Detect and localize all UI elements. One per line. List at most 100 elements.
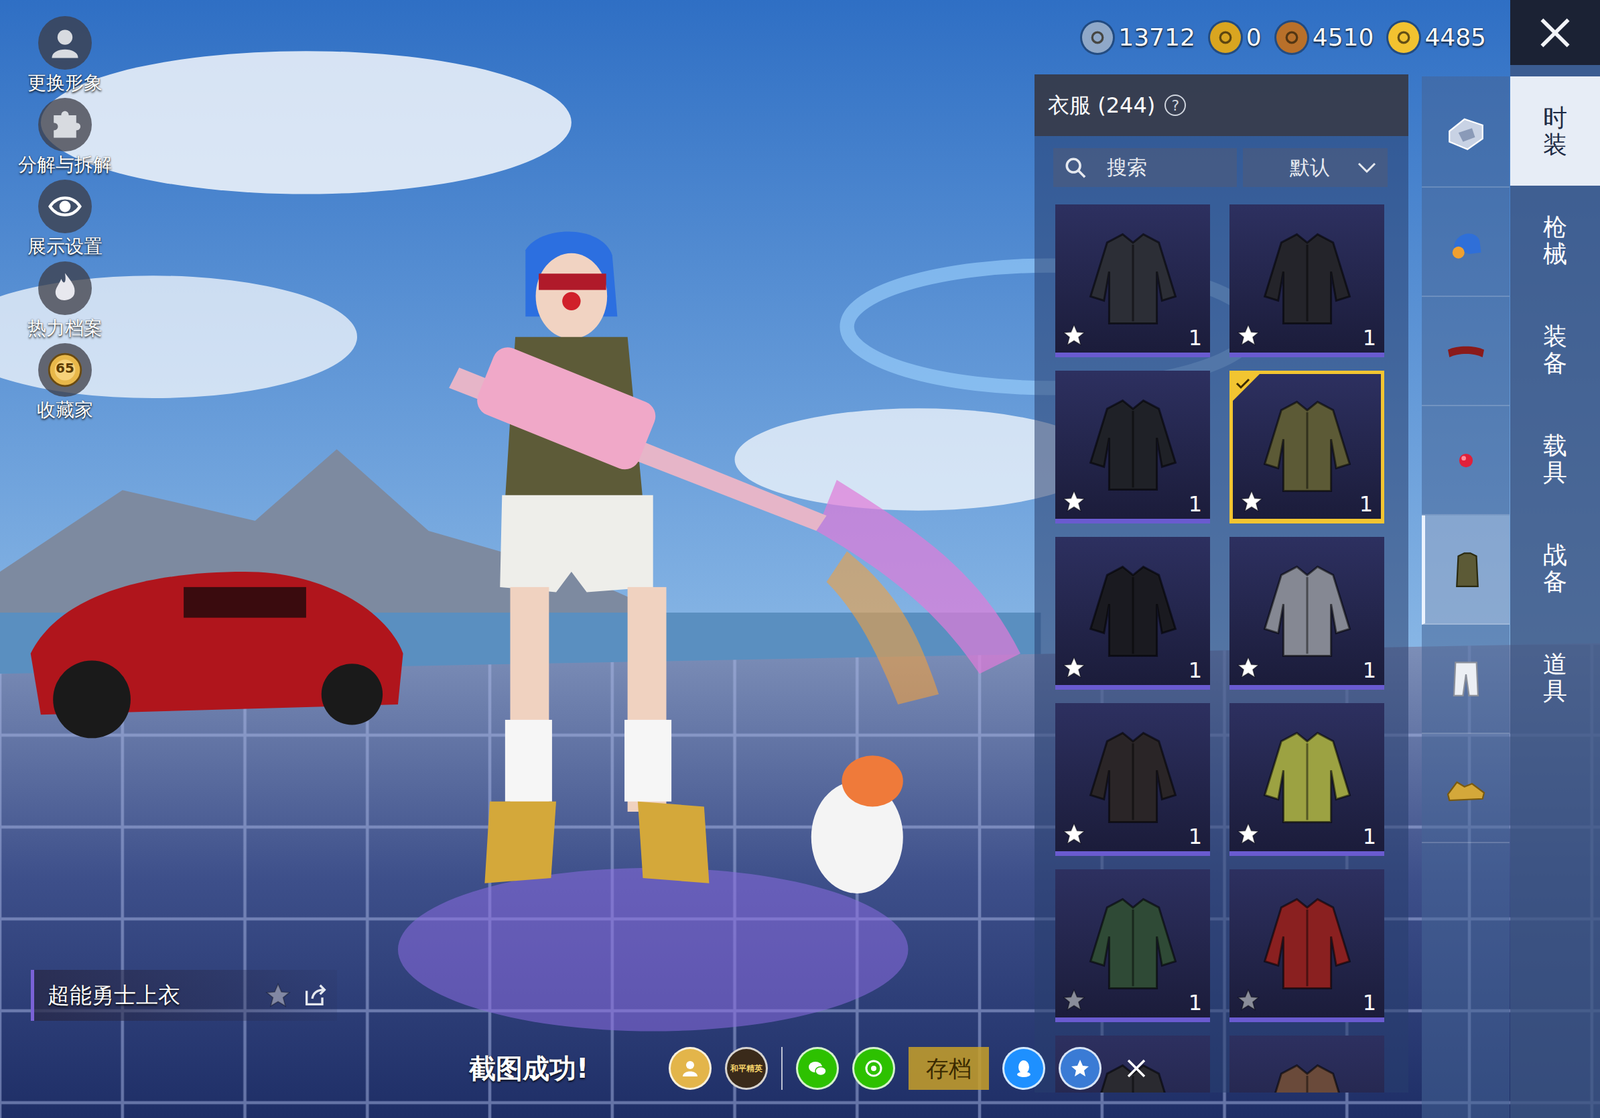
share-icon: [302, 981, 329, 1009]
star-icon: [1061, 655, 1087, 680]
item-count: 1: [1188, 822, 1203, 850]
search-field[interactable]: 搜索: [1053, 148, 1237, 187]
clothes-item[interactable]: 1: [1229, 869, 1385, 1022]
side-menu-button[interactable]: [38, 261, 92, 315]
share-button[interactable]: [302, 981, 329, 1009]
puzzle-icon: [46, 105, 84, 144]
item-count: 1: [1362, 324, 1377, 352]
moments-icon: [860, 1054, 888, 1082]
panel-title: 衣服 (244): [1047, 91, 1156, 119]
currency: 4485: [1388, 22, 1487, 53]
item-count: 1: [1188, 324, 1203, 352]
garment: [1076, 221, 1190, 336]
jacket-icon: [1076, 221, 1190, 336]
category-item[interactable]: [1421, 78, 1510, 188]
side-menu-item[interactable]: 热力档案: [8, 261, 122, 341]
pants-icon: [1441, 654, 1491, 703]
helmet-icon: [1441, 217, 1491, 266]
tab[interactable]: 载具: [1510, 404, 1600, 514]
help-button[interactable]: ?: [1164, 94, 1186, 116]
item-count: 1: [1362, 822, 1377, 850]
clothes-item[interactable]: 1: [1229, 204, 1385, 358]
side-menu-item[interactable]: 分解与拆解: [8, 97, 122, 177]
qzone-share-button[interactable]: [1058, 1046, 1102, 1090]
jacket-icon: [1250, 1052, 1365, 1093]
garment: [1076, 886, 1190, 1001]
clothes-item[interactable]: 1: [1055, 536, 1211, 690]
coin-emblem-icon: [1216, 28, 1235, 47]
wechat-share-button[interactable]: [795, 1046, 839, 1090]
garment: [1076, 554, 1190, 669]
side-menu-button[interactable]: [38, 179, 92, 234]
currency: 4510: [1276, 22, 1375, 53]
clothes-item[interactable]: 1: [1055, 204, 1211, 358]
coin-icon: [1210, 22, 1241, 53]
close-share-button[interactable]: [1114, 1046, 1158, 1090]
sort-dropdown[interactable]: 默认: [1242, 148, 1388, 187]
moments-share-button[interactable]: [852, 1046, 896, 1090]
category-column: [1421, 76, 1510, 1118]
close-icon: [1536, 14, 1574, 52]
category-item[interactable]: [1421, 515, 1510, 625]
currency-amount: 13712: [1118, 22, 1196, 53]
profile-share-button[interactable]: [668, 1046, 712, 1090]
wardrobe-area: 13712045104485衣服 (244)?搜索默认1111111111: [1034, 0, 1511, 1118]
panel-header: 衣服 (244)?: [1034, 74, 1409, 137]
clothes-item[interactable]: 1: [1055, 370, 1211, 524]
side-menu-button[interactable]: [38, 16, 92, 70]
save-button[interactable]: 存档: [908, 1046, 989, 1090]
currency-amount: 4510: [1312, 22, 1375, 53]
tab[interactable]: 装备: [1510, 294, 1600, 405]
clothes-item[interactable]: 1: [1229, 370, 1385, 524]
clothes-item[interactable]: 1: [1055, 869, 1211, 1022]
favorite-button[interactable]: [264, 981, 292, 1009]
category-item[interactable]: [1421, 187, 1510, 297]
tab[interactable]: 道具: [1510, 622, 1600, 732]
coin-emblem-icon: [1088, 28, 1107, 47]
tab[interactable]: 战备: [1510, 513, 1600, 623]
category-item[interactable]: [1421, 296, 1510, 407]
search-label: 搜索: [1106, 154, 1148, 181]
waist-icon: [1441, 326, 1491, 376]
category-item[interactable]: [1421, 733, 1510, 843]
garment: [1250, 1052, 1365, 1093]
tab[interactable]: 枪械: [1510, 185, 1600, 295]
garment: [1076, 387, 1190, 502]
tab[interactable]: 时装: [1510, 76, 1600, 186]
jacket-icon: [1076, 720, 1190, 835]
currency: 0: [1210, 22, 1262, 53]
side-menu-item[interactable]: 65收藏家: [8, 343, 122, 423]
garment: [1250, 221, 1365, 336]
star-icon: [1236, 322, 1261, 348]
side-menu-item[interactable]: 更换形象: [8, 16, 122, 96]
eye-icon: [46, 187, 84, 226]
garment: [1250, 389, 1365, 504]
side-menu-button[interactable]: [38, 97, 92, 152]
category-item[interactable]: [1421, 624, 1510, 734]
side-menu-button[interactable]: 65: [38, 343, 92, 397]
clothes-item[interactable]: 1: [1229, 536, 1385, 690]
item-count: 1: [1188, 988, 1203, 1016]
flame-icon: [46, 269, 84, 307]
clothes-item[interactable]: 1: [1229, 702, 1385, 856]
side-menu-label: 展示设置: [27, 234, 103, 259]
clothes-grid: 1111111111: [1034, 186, 1409, 1093]
jacket-icon: [1250, 720, 1365, 835]
category-item[interactable]: [1421, 406, 1510, 516]
tab-label: 道具: [1543, 650, 1568, 704]
close-icon: [1122, 1054, 1150, 1082]
wardrobe-lower: 衣服 (244)?搜索默认1111111111: [1034, 74, 1511, 1118]
side-menu-label: 分解与拆解: [18, 152, 112, 177]
star-icon: [264, 981, 292, 1009]
ball-icon: [1441, 436, 1491, 485]
qq-share-button[interactable]: [1002, 1046, 1046, 1090]
side-menu-item[interactable]: 展示设置: [8, 179, 122, 259]
coin-icon: [1082, 22, 1113, 53]
logo-share-button[interactable]: 和平精英: [724, 1046, 768, 1090]
clothes-item[interactable]: [1229, 1035, 1385, 1093]
search-icon: [1063, 156, 1087, 179]
garment: [1250, 886, 1365, 1001]
clothes-item[interactable]: 1: [1055, 702, 1211, 856]
close-button[interactable]: [1510, 0, 1600, 65]
star-icon: [1236, 821, 1261, 846]
